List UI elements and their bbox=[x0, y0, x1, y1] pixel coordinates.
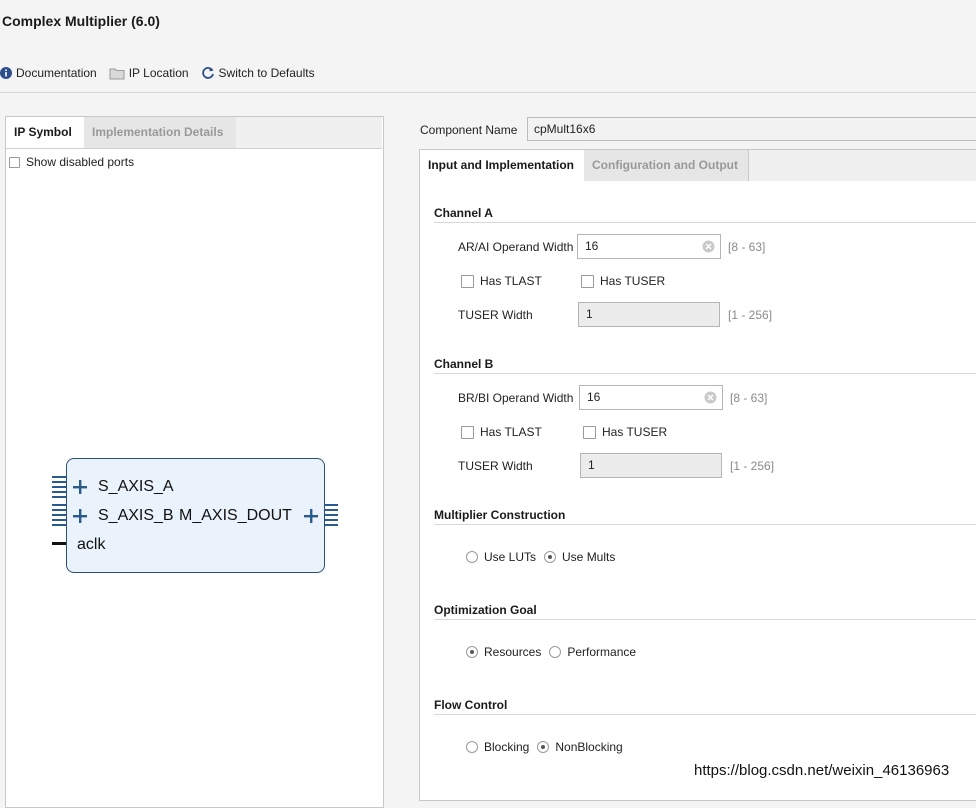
documentation-button[interactable]: Documentation bbox=[0, 66, 97, 80]
channel-a-tuser-label: Has TUSER bbox=[600, 274, 666, 288]
br-bi-operand-width-value: 16 bbox=[587, 390, 601, 404]
watermark-text: https://blog.csdn.net/weixin_46136963 bbox=[694, 762, 950, 779]
channel-b-tuser-width-range: [1 - 256] bbox=[730, 459, 775, 473]
optimization-goal-title: Optimization Goal bbox=[434, 603, 537, 617]
performance-radio[interactable] bbox=[549, 646, 562, 658]
channel-a-tlast-row: Has TLAST bbox=[461, 274, 542, 288]
switch-defaults-button[interactable]: Switch to Defaults bbox=[201, 66, 315, 80]
show-disabled-ports-label: Show disabled ports bbox=[26, 155, 135, 169]
use-luts-radio[interactable] bbox=[466, 551, 478, 563]
bus-connector-icon bbox=[52, 476, 66, 526]
clear-icon[interactable] bbox=[704, 391, 717, 404]
tab-input-implementation[interactable]: Input and Implementation bbox=[420, 150, 586, 181]
channel-b-tuser-width-label: TUSER Width bbox=[458, 459, 533, 473]
folder-icon bbox=[109, 68, 125, 79]
plus-icon[interactable] bbox=[73, 509, 87, 523]
resources-radio[interactable] bbox=[466, 646, 478, 658]
ip-location-label: IP Location bbox=[128, 66, 189, 80]
component-name-input[interactable]: cpMult16x6 bbox=[527, 117, 976, 141]
show-disabled-ports-row: Show disabled ports bbox=[9, 155, 134, 169]
use-mults-label: Use Mults bbox=[562, 550, 616, 564]
channel-a-tlast-checkbox[interactable] bbox=[461, 274, 474, 288]
component-name-label: Component Name bbox=[420, 123, 518, 137]
channel-a-tuser-checkbox[interactable] bbox=[581, 274, 594, 288]
channel-a-tuser-row: Has TUSER bbox=[581, 274, 665, 288]
channel-b-tlast-label: Has TLAST bbox=[480, 425, 542, 439]
flow-control-options: Blocking NonBlocking bbox=[466, 740, 631, 754]
window-title: Complex Multiplier (6.0) bbox=[2, 13, 160, 29]
ar-ai-operand-width-input[interactable]: 16 bbox=[577, 234, 721, 259]
port-s-axis-b: S_AXIS_B bbox=[98, 507, 174, 524]
performance-label: Performance bbox=[567, 645, 637, 659]
resources-label: Resources bbox=[484, 645, 542, 659]
channel-a-tuser-width-range: [1 - 256] bbox=[728, 308, 773, 322]
switch-defaults-label: Switch to Defaults bbox=[218, 66, 315, 80]
optimization-goal-options: Resources Performance bbox=[466, 645, 644, 659]
section-divider bbox=[434, 714, 976, 715]
channel-b-tuser-width-input[interactable]: 1 bbox=[580, 453, 722, 478]
bus-connector-icon bbox=[324, 504, 338, 526]
multiplier-construction-options: Use LUTs Use Mults bbox=[466, 550, 623, 564]
toolbar: Documentation IP Location Switch to Defa… bbox=[0, 64, 327, 82]
aclk-wire bbox=[52, 542, 66, 545]
channel-a-tuser-width-input[interactable]: 1 bbox=[578, 302, 720, 327]
channel-b-tuser-checkbox[interactable] bbox=[583, 425, 596, 439]
show-disabled-ports-checkbox[interactable] bbox=[9, 156, 20, 168]
use-luts-label: Use LUTs bbox=[484, 550, 537, 564]
section-divider bbox=[434, 373, 976, 374]
use-mults-radio[interactable] bbox=[544, 551, 557, 563]
port-m-axis-dout: M_AXIS_DOUT bbox=[179, 507, 292, 524]
channel-b-title: Channel B bbox=[434, 357, 494, 371]
right-tab-bar: Input and Implementation Configuration a… bbox=[420, 150, 976, 181]
port-aclk: aclk bbox=[77, 536, 106, 553]
channel-b-tlast-row: Has TLAST bbox=[461, 425, 542, 439]
section-divider bbox=[434, 524, 976, 525]
clear-icon[interactable] bbox=[702, 240, 715, 253]
refresh-icon bbox=[201, 67, 214, 79]
br-bi-operand-width-input[interactable]: 16 bbox=[579, 385, 723, 410]
channel-b-tuser-row: Has TUSER bbox=[583, 425, 667, 439]
tab-implementation-details[interactable]: Implementation Details bbox=[84, 117, 236, 148]
port-s-axis-a: S_AXIS_A bbox=[98, 478, 174, 495]
channel-b-tlast-checkbox[interactable] bbox=[461, 425, 474, 439]
section-divider bbox=[434, 619, 976, 620]
channel-a-tuser-width-label: TUSER Width bbox=[458, 308, 533, 322]
ar-ai-operand-width-value: 16 bbox=[585, 239, 599, 253]
channel-b-tuser-label: Has TUSER bbox=[602, 425, 668, 439]
toolbar-divider bbox=[0, 92, 976, 93]
nonblocking-radio[interactable] bbox=[537, 741, 550, 753]
ip-block[interactable]: S_AXIS_A S_AXIS_B M_AXIS_DOUT aclk bbox=[66, 458, 325, 573]
plus-icon[interactable] bbox=[304, 509, 318, 523]
blocking-radio[interactable] bbox=[466, 741, 478, 753]
left-tab-bar: IP Symbol Implementation Details bbox=[6, 117, 382, 149]
br-bi-operand-range: [8 - 63] bbox=[730, 391, 768, 405]
channel-a-title: Channel A bbox=[434, 206, 493, 220]
info-icon bbox=[0, 67, 12, 79]
ar-ai-operand-range: [8 - 63] bbox=[728, 240, 766, 254]
multiplier-construction-title: Multiplier Construction bbox=[434, 508, 566, 522]
blocking-label: Blocking bbox=[484, 740, 530, 754]
plus-icon[interactable] bbox=[73, 480, 87, 494]
ip-location-button[interactable]: IP Location bbox=[109, 66, 189, 80]
tab-configuration-output[interactable]: Configuration and Output bbox=[584, 150, 749, 181]
tab-ip-symbol[interactable]: IP Symbol bbox=[6, 117, 88, 148]
documentation-label: Documentation bbox=[16, 66, 97, 80]
br-bi-operand-width-label: BR/BI Operand Width bbox=[458, 391, 574, 405]
channel-a-tlast-label: Has TLAST bbox=[480, 274, 542, 288]
flow-control-title: Flow Control bbox=[434, 698, 508, 712]
ar-ai-operand-width-label: AR/AI Operand Width bbox=[458, 240, 574, 254]
section-divider bbox=[434, 222, 976, 223]
nonblocking-label: NonBlocking bbox=[555, 740, 623, 754]
